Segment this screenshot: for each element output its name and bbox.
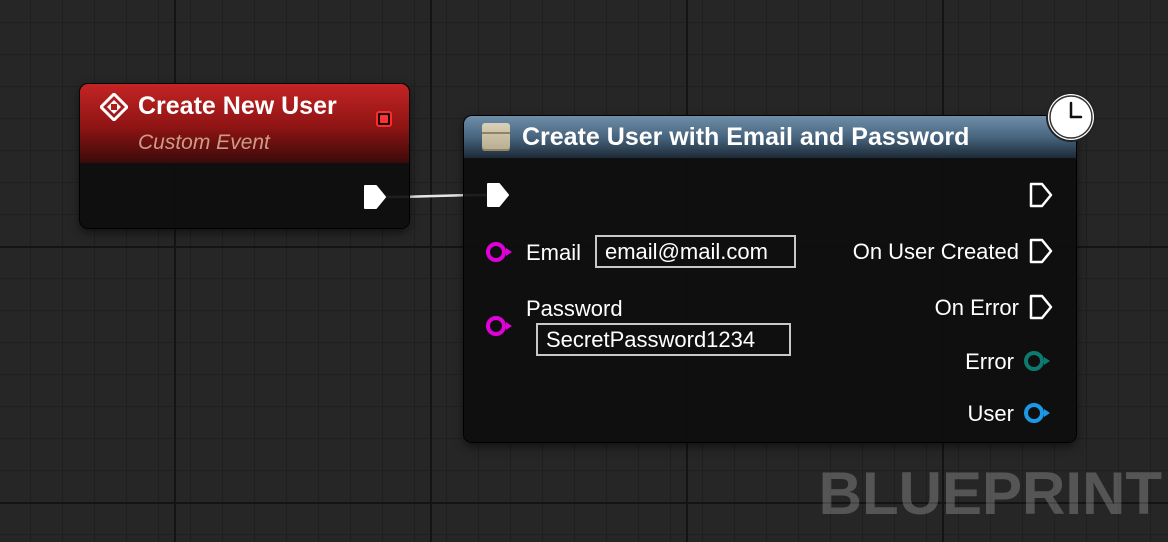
function-node-title: Create User with Email and Password: [522, 123, 970, 151]
exec-input-pin[interactable]: [486, 182, 510, 208]
event-node-title: Create New User: [138, 92, 337, 120]
blueprint-watermark: BLUEPRINT: [818, 460, 1162, 527]
create-user-function-node[interactable]: Create User with Email and Password Emai…: [464, 116, 1076, 442]
event-node-header[interactable]: Create New User Custom Event: [80, 84, 409, 163]
custom-event-icon: [100, 93, 128, 121]
blueprint-graph-canvas[interactable]: Create New User Custom Event Create User…: [0, 0, 1168, 542]
on-error-label: On Error: [934, 295, 1019, 320]
password-field[interactable]: [536, 323, 791, 356]
email-input-pin[interactable]: [484, 240, 514, 264]
delegate-output-pin[interactable]: [376, 111, 392, 127]
on-user-created-label: On User Created: [852, 239, 1019, 264]
user-output-pin[interactable]: [1022, 401, 1052, 425]
function-icon: [482, 123, 510, 151]
password-input-pin[interactable]: [484, 314, 514, 338]
on-user-created-exec-pin[interactable]: [1029, 238, 1053, 264]
clock-icon: [1048, 94, 1094, 140]
password-label: Password: [526, 296, 623, 321]
user-output-label: User: [967, 401, 1014, 426]
event-node-subtitle: Custom Event: [138, 131, 270, 154]
error-output-label: Error: [965, 349, 1014, 374]
custom-event-node[interactable]: Create New User Custom Event: [80, 84, 409, 228]
email-field[interactable]: [595, 235, 796, 268]
on-error-exec-pin[interactable]: [1029, 294, 1053, 320]
error-output-pin[interactable]: [1022, 349, 1052, 373]
exec-output-pin[interactable]: [1029, 182, 1053, 208]
function-node-header[interactable]: Create User with Email and Password: [464, 116, 1076, 158]
email-label: Email: [526, 240, 582, 265]
event-exec-output-pin[interactable]: [363, 184, 387, 210]
